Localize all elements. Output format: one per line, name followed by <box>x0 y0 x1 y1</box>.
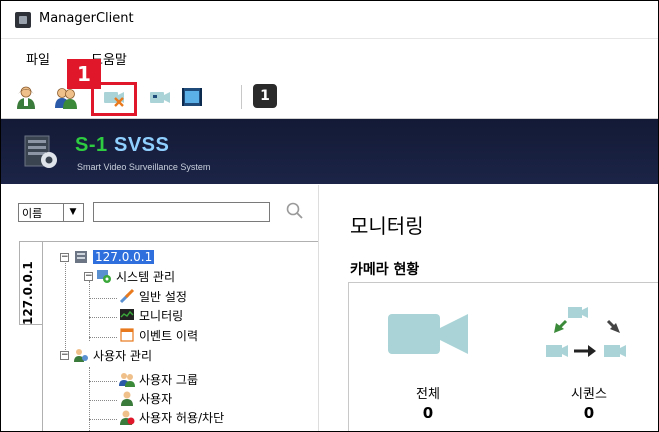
step-number-badge: 1 <box>67 59 101 89</box>
system-settings-icon <box>97 270 111 283</box>
tree-label-system: 시스템 관리 <box>116 269 176 284</box>
tree-connector <box>89 400 117 401</box>
tree-connector <box>89 317 117 318</box>
tree-item-event-history[interactable]: 이벤트 이력 <box>119 326 198 344</box>
tree-connector <box>89 381 117 382</box>
brand-subtitle: Smart Video Surveillance System <box>77 162 211 172</box>
camera-total-icon <box>388 314 468 354</box>
tree-connector <box>89 337 117 338</box>
tree-label-user-allow-block: 사용자 허용/차단 <box>139 410 225 425</box>
search-field-value: 이름 <box>22 207 43 220</box>
tree-label-monitoring: 모니터링 <box>139 308 184 323</box>
tree-label-general-settings: 일반 설정 <box>139 289 187 304</box>
stat-value-total: 0 <box>422 404 434 422</box>
toolbar-separator <box>241 85 242 109</box>
window-title: ManagerClient <box>39 11 134 26</box>
menu-file[interactable]: 파일 <box>26 49 50 68</box>
layout-number-button[interactable]: 1 <box>253 84 277 108</box>
server-gear-icon <box>24 135 57 168</box>
camera-icon[interactable] <box>147 84 173 110</box>
app-window: ManagerClient 파일 도움말 1 1 S-1 SVSS Smart … <box>0 0 659 432</box>
tree-expander[interactable]: − <box>60 253 69 262</box>
login-user-icon[interactable] <box>13 84 39 110</box>
stat-label-sequence: 시퀀스 <box>571 387 607 402</box>
title-bar: ManagerClient <box>1 1 658 39</box>
user-group-icon <box>119 373 135 387</box>
stat-label-total: 전체 <box>416 387 440 402</box>
tree-item-user[interactable]: 사용자 <box>119 389 172 407</box>
monitor-icon <box>120 309 134 320</box>
tree-connector <box>89 298 117 299</box>
tree-label-root: 127.0.0.1 <box>93 250 155 264</box>
tree-item-user-group[interactable]: 사용자 그룹 <box>119 370 198 388</box>
tree-item-user-management[interactable]: 사용자 관리 <box>73 346 152 364</box>
brand-svss: SVSS <box>114 134 170 156</box>
sequence-icon <box>546 307 626 357</box>
tree-label-event-history: 이벤트 이력 <box>139 328 199 343</box>
tree-item-monitoring[interactable]: 모니터링 <box>119 306 183 324</box>
tree-item-system[interactable]: 시스템 관리 <box>96 267 175 285</box>
tree-connector <box>89 281 90 341</box>
tree-label-user-management: 사용자 관리 <box>93 348 153 363</box>
tree-item-root[interactable]: 127.0.0.1 <box>73 248 155 266</box>
tab-server-label: 127.0.0.1 <box>21 261 35 325</box>
tree-connector <box>89 419 117 420</box>
section-title: 카메라 현황 <box>350 262 420 278</box>
tree-item-user-allow-block[interactable]: 사용자 허용/차단 <box>119 408 224 426</box>
tree-item-general-settings[interactable]: 일반 설정 <box>119 287 187 305</box>
page-title: 모니터링 <box>350 214 424 238</box>
user-management-icon <box>74 349 88 362</box>
wrench-icon <box>119 288 135 304</box>
brand-s1: S-1 <box>75 134 108 156</box>
tree-label-user: 사용자 <box>139 391 173 406</box>
calendar-icon <box>120 328 134 342</box>
tree-connector <box>65 261 66 356</box>
server-icon <box>75 251 87 263</box>
tree-label-user-group: 사용자 그룹 <box>139 372 199 387</box>
tree-expander[interactable]: − <box>60 351 69 360</box>
video-screen-icon[interactable] <box>179 84 205 110</box>
user-icon <box>121 391 133 406</box>
tree-expander[interactable]: − <box>84 272 93 281</box>
chevron-down-icon[interactable]: ▼ <box>63 204 82 221</box>
app-icon <box>15 12 31 28</box>
user-block-icon <box>120 410 135 425</box>
stat-value-sequence: 0 <box>583 404 595 422</box>
search-icon[interactable] <box>285 201 305 221</box>
search-input[interactable] <box>93 202 270 222</box>
